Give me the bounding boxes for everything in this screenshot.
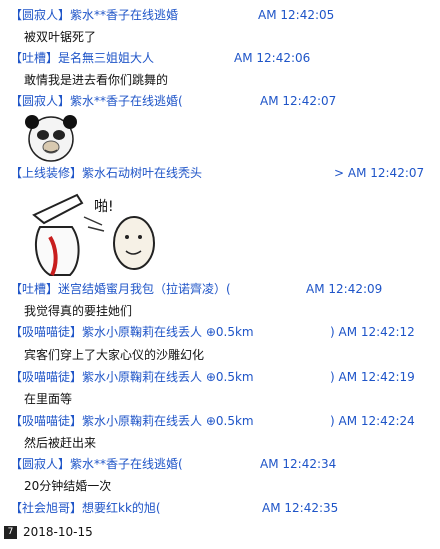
message-body: 然后被赶出来	[0, 432, 440, 454]
message-header: 【社会旭哥】想要红kk的旭( AM 12:42:35	[0, 497, 440, 519]
message-text: 在里面等	[24, 392, 73, 406]
message-time: AM 12:42:06	[234, 51, 311, 65]
sender-name[interactable]: 【圆寂人】紫水**香子在线逃婚(	[10, 453, 183, 475]
message-header: 【吸喵喵徒】紫水小原鞠莉在线丢人 ⊕0.5km ) AM 12:42:12	[0, 321, 440, 343]
sender-name[interactable]: 【吸喵喵徒】紫水小原鞠莉在线丢人 ⊕0.5km	[10, 366, 254, 388]
message-header: 【圆寂人】紫水**香子在线逃婚( AM 12:42:07	[0, 90, 440, 112]
message-header: 【吐槽】是名無三姐姐大人 AM 12:42:06	[0, 47, 440, 69]
message-time: ) AM 12:42:12	[330, 325, 415, 339]
message-body: 敢情我是进去看你们跳舞的	[0, 69, 440, 91]
message-text: 被双叶锯死了	[24, 30, 97, 44]
message-body: 宾客们穿上了大家心仪的沙雕幻化	[0, 344, 440, 366]
sender-name[interactable]: 【吸喵喵徒】紫水小原鞠莉在线丢人 ⊕0.5km	[10, 321, 254, 343]
slap-sticker[interactable]: 啪!	[22, 187, 167, 282]
sender-name[interactable]: 【上线装修】紫水石动树叶在线秃头	[10, 162, 202, 184]
message-header: 【圆寂人】紫水**香子在线逃婚( AM 12:42:34	[0, 453, 440, 475]
message-time: ) AM 12:42:19	[330, 370, 415, 384]
message-text: 然后被赶出来	[24, 436, 97, 450]
message-header: 【吐槽】迷宫结婚蜜月我包（拉诺齊凌）( AM 12:42:09	[0, 278, 440, 300]
sender-name[interactable]: 【社会旭哥】想要红kk的旭(	[10, 497, 161, 519]
message-time: ) AM 12:42:24	[330, 414, 415, 428]
sender-name[interactable]: 【圆寂人】紫水**香子在线逃婚(	[10, 90, 183, 112]
message-time: AM 12:42:35	[262, 501, 339, 515]
message-body: 被双叶锯死了	[0, 26, 440, 48]
message-time: AM 12:42:34	[260, 457, 337, 471]
message-body: 在里面等	[0, 388, 440, 410]
message-body: 20分钟结婚一次	[0, 475, 440, 497]
sender-name[interactable]: 【圆寂人】紫水**香子在线逃婚	[10, 4, 178, 26]
message-time: AM 12:42:05	[258, 8, 335, 22]
panda-face-sticker[interactable]	[22, 113, 80, 166]
message-text: 20分钟结婚一次	[24, 479, 112, 493]
sender-name[interactable]: 【吐槽】迷宫结婚蜜月我包（拉诺齊凌）(	[10, 278, 231, 300]
sender-name[interactable]: 【吐槽】是名無三姐姐大人	[10, 47, 154, 69]
message-time: > AM 12:42:07	[334, 166, 425, 180]
message-time: AM 12:42:09	[306, 282, 383, 296]
message-time: AM 12:42:07	[260, 94, 337, 108]
message-header: 【上线装修】紫水石动树叶在线秃头 > AM 12:42:07	[0, 162, 440, 184]
date-footer: 7 2018-10-15	[4, 522, 93, 542]
message-body: 我觉得真的要挂她们	[0, 300, 440, 322]
message-header: 【吸喵喵徒】紫水小原鞠莉在线丢人 ⊕0.5km ) AM 12:42:24	[0, 410, 440, 432]
message-header: 【圆寂人】紫水**香子在线逃婚 AM 12:42:05	[0, 4, 440, 26]
calendar-icon: 7	[4, 526, 17, 539]
message-text: 我觉得真的要挂她们	[24, 304, 133, 318]
sticker-caption: 啪!	[94, 198, 114, 215]
date-label: 2018-10-15	[23, 525, 93, 539]
sender-name[interactable]: 【吸喵喵徒】紫水小原鞠莉在线丢人 ⊕0.5km	[10, 410, 254, 432]
message-header: 【吸喵喵徒】紫水小原鞠莉在线丢人 ⊕0.5km ) AM 12:42:19	[0, 366, 440, 388]
message-text: 宾客们穿上了大家心仪的沙雕幻化	[24, 348, 205, 362]
message-text: 敢情我是进去看你们跳舞的	[24, 73, 169, 87]
